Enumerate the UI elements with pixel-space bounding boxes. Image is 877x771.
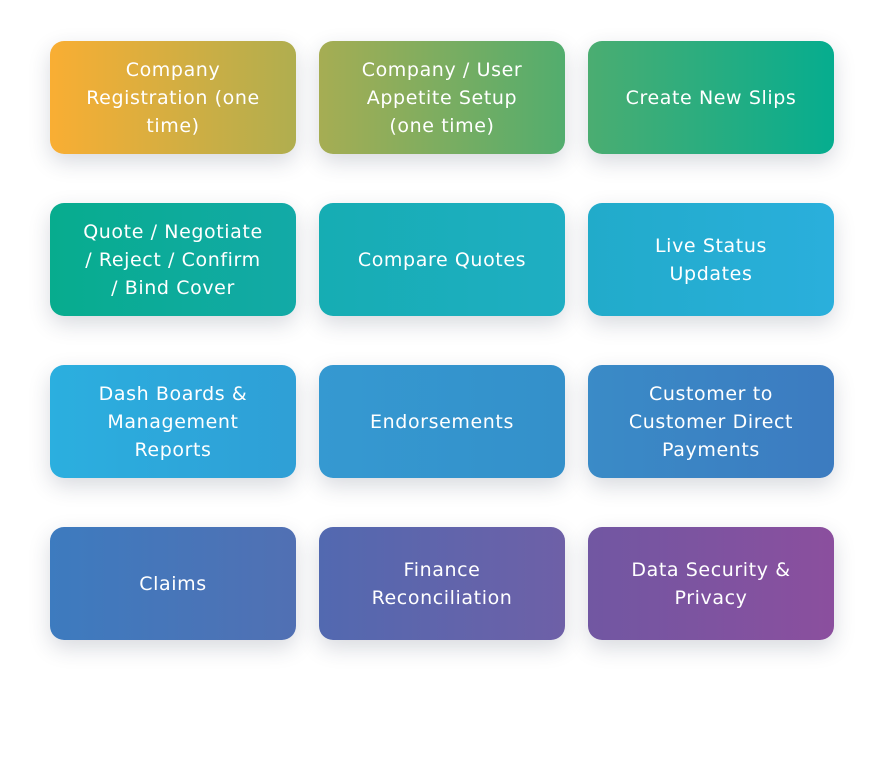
card-label: Claims: [139, 572, 207, 595]
card-label: Finance Reconciliation: [371, 558, 513, 609]
card-label: Data Security & Privacy: [631, 558, 791, 609]
card-label: Live Status Updates: [655, 234, 767, 285]
card-label: Customer to Customer Direct Payments: [628, 382, 794, 461]
card-appetite-setup[interactable]: Company / User Appetite Setup (one time): [319, 41, 565, 154]
card-label: Company / User Appetite Setup (one time): [361, 58, 523, 137]
card-label: Endorsements: [370, 410, 514, 433]
card-label: Quote / Negotiate / Reject / Confirm / B…: [83, 220, 263, 299]
card-endorsements[interactable]: Endorsements: [319, 365, 565, 478]
card-quote-negotiate[interactable]: Quote / Negotiate / Reject / Confirm / B…: [50, 203, 296, 316]
card-compare-quotes[interactable]: Compare Quotes: [319, 203, 565, 316]
card-label: Company Registration (one time): [86, 58, 260, 137]
card-label: Create New Slips: [625, 86, 797, 109]
card-direct-payments[interactable]: Customer to Customer Direct Payments: [588, 365, 834, 478]
card-finance-reconciliation[interactable]: Finance Reconciliation: [319, 527, 565, 640]
card-claims[interactable]: Claims: [50, 527, 296, 640]
feature-grid: Company Registration (one time) Company …: [50, 41, 834, 640]
card-label: Dash Boards & Management Reports: [98, 382, 248, 461]
card-create-new-slips[interactable]: Create New Slips: [588, 41, 834, 154]
card-data-security[interactable]: Data Security & Privacy: [588, 527, 834, 640]
card-label: Compare Quotes: [357, 248, 527, 271]
card-company-registration[interactable]: Company Registration (one time): [50, 41, 296, 154]
card-dashboards-reports[interactable]: Dash Boards & Management Reports: [50, 365, 296, 478]
card-live-status-updates[interactable]: Live Status Updates: [588, 203, 834, 316]
